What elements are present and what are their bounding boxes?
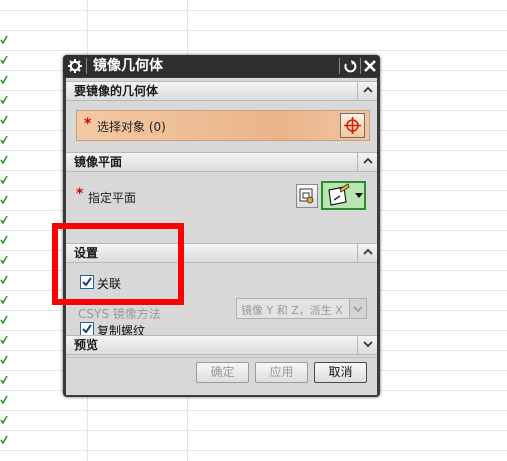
chevron-up-icon bbox=[363, 86, 373, 93]
chevron-down-icon bbox=[353, 306, 363, 313]
check-icon bbox=[0, 55, 8, 65]
check-icon bbox=[0, 435, 8, 445]
check-icon bbox=[0, 275, 8, 285]
dialog-button-bar: 确定 应用 取消 bbox=[66, 357, 377, 395]
cancel-button[interactable]: 取消 bbox=[314, 362, 367, 383]
chevron-down-icon[interactable] bbox=[354, 183, 364, 208]
expand-button[interactable] bbox=[357, 335, 377, 355]
highlight-annotation-box bbox=[52, 223, 184, 305]
crosshair-icon bbox=[344, 117, 361, 134]
check-icon bbox=[0, 175, 8, 185]
check-icon bbox=[0, 115, 8, 125]
gear-icon[interactable] bbox=[67, 58, 83, 74]
check-icon bbox=[0, 155, 8, 165]
csys-method-select[interactable]: 镜像 Y 和 Z，派生 X bbox=[236, 298, 367, 319]
chevron-up-icon bbox=[363, 157, 373, 164]
check-icon bbox=[0, 355, 8, 365]
close-icon[interactable] bbox=[362, 58, 378, 74]
chevron-up-icon bbox=[363, 248, 373, 255]
section-title: 镜像平面 bbox=[74, 155, 123, 169]
check-icon bbox=[0, 315, 8, 325]
check-icon bbox=[0, 235, 8, 245]
dialog-titlebar[interactable]: 镜像几何体 bbox=[63, 55, 380, 77]
grid-row-line bbox=[0, 50, 507, 51]
grid-row-line bbox=[0, 450, 507, 451]
inferred-plane-button[interactable] bbox=[321, 181, 366, 210]
grid-row-line bbox=[0, 430, 507, 431]
specify-plane-row: * 指定平面 bbox=[66, 181, 377, 210]
grid-row-line bbox=[0, 10, 507, 11]
title-separator bbox=[86, 58, 87, 74]
collapse-button[interactable] bbox=[357, 81, 377, 101]
plane-icon bbox=[328, 183, 350, 206]
check-icon bbox=[0, 75, 8, 85]
required-asterisk: * bbox=[84, 116, 92, 132]
check-icon bbox=[0, 95, 8, 105]
title-separator bbox=[339, 58, 340, 74]
collapse-button[interactable] bbox=[357, 152, 377, 172]
check-icon bbox=[0, 35, 8, 45]
check-icon bbox=[0, 335, 8, 345]
check-icon bbox=[0, 375, 8, 385]
csys-method-value: 镜像 Y 和 Z，派生 X bbox=[241, 304, 343, 317]
green-check-icons bbox=[0, 35, 8, 445]
section-title: 预览 bbox=[74, 338, 99, 352]
reset-icon[interactable] bbox=[342, 58, 358, 74]
required-asterisk: * bbox=[76, 186, 84, 202]
select-object-label: 选择对象 (0) bbox=[97, 120, 166, 134]
specify-plane-label: 指定平面 bbox=[88, 191, 137, 205]
select-object-button[interactable] bbox=[340, 113, 365, 138]
copy-threads-checkbox[interactable] bbox=[80, 322, 94, 336]
dropdown-arrow[interactable] bbox=[349, 299, 366, 318]
section-header-geometry[interactable]: 要镜像的几何体 bbox=[66, 81, 377, 101]
check-icon bbox=[0, 415, 8, 425]
check-icon bbox=[0, 195, 8, 205]
chevron-down-icon bbox=[363, 341, 373, 348]
section-header-plane[interactable]: 镜像平面 bbox=[66, 152, 377, 172]
grid-row-line bbox=[0, 30, 507, 31]
check-icon bbox=[82, 324, 92, 334]
grid-row-line bbox=[0, 410, 507, 411]
dialog-title: 镜像几何体 bbox=[93, 58, 163, 74]
title-separator bbox=[360, 58, 361, 74]
check-icon bbox=[0, 295, 8, 305]
section-header-preview[interactable]: 预览 bbox=[66, 335, 377, 355]
check-icon bbox=[0, 255, 8, 265]
check-icon bbox=[0, 395, 8, 405]
apply-button[interactable]: 应用 bbox=[255, 362, 308, 383]
check-icon bbox=[0, 135, 8, 145]
ok-button[interactable]: 确定 bbox=[196, 362, 249, 383]
plane-dialog-button[interactable] bbox=[296, 184, 318, 208]
check-icon bbox=[0, 215, 8, 225]
csys-method-label: CSYS 镜像方法 bbox=[78, 307, 161, 321]
select-object-row[interactable]: * 选择对象 (0) bbox=[76, 110, 370, 141]
section-title: 要镜像的几何体 bbox=[74, 84, 159, 98]
collapse-button[interactable] bbox=[357, 243, 377, 263]
plane-dialog-icon bbox=[299, 188, 314, 204]
